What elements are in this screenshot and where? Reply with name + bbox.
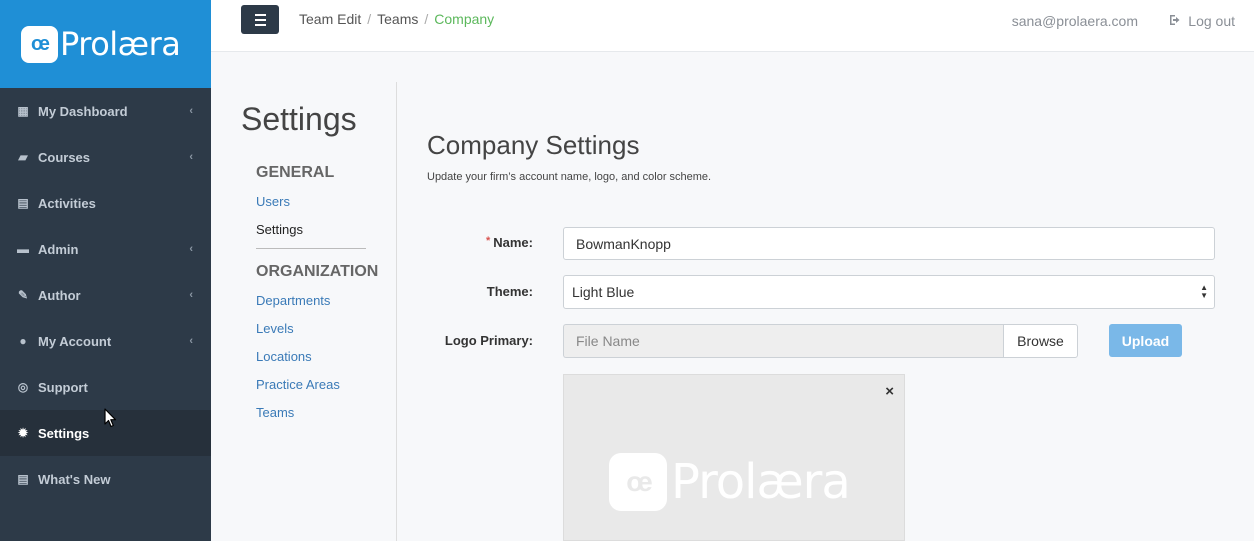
sidebar-item-activities[interactable]: ▤ Activities	[0, 180, 211, 226]
section-divider	[396, 82, 397, 541]
page-title: Settings	[241, 101, 357, 137]
upload-button[interactable]: Upload	[1109, 324, 1182, 357]
brand-logo[interactable]: œ Prolæra	[0, 0, 211, 88]
breadcrumb-separator: /	[367, 11, 372, 27]
user-email[interactable]: sana@prolaera.com	[1012, 13, 1138, 29]
lifebuoy-icon: ◎	[17, 380, 29, 394]
theme-select[interactable]: Light Blue ▲ ▼	[563, 275, 1215, 309]
sidebar-item-label: Author	[38, 287, 81, 303]
sidebar-item-author[interactable]: ✎ Author ‹	[0, 272, 211, 318]
gear-icon: ✹	[17, 426, 29, 440]
required-marker: *	[485, 235, 491, 247]
breadcrumb-item[interactable]: Team Edit	[299, 11, 361, 27]
sidebar-item-label: Courses	[38, 149, 91, 165]
theme-select-value: Light Blue	[572, 284, 635, 300]
sidebar: œ Prolæra ▦ My Dashboard ‹ ▰ Courses ‹ ▤ Activi…	[0, 0, 211, 541]
subnav-link-locations[interactable]: Locations	[256, 349, 312, 364]
browse-button[interactable]: Browse	[1003, 324, 1078, 358]
subnav-divider	[256, 248, 366, 249]
close-icon[interactable]: ×	[885, 383, 894, 400]
user-icon: ●	[19, 334, 27, 348]
theme-label: Theme:	[486, 284, 533, 299]
preview-logo-text: Prolæra	[671, 454, 851, 510]
subnav-link-departments[interactable]: Departments	[256, 293, 330, 308]
sidebar-item-label: Activities	[38, 195, 96, 211]
preview-logo-image: œ Prolæra	[609, 453, 851, 511]
name-label-text: Name:	[493, 235, 533, 250]
sidebar-item-support[interactable]: ◎ Support	[0, 364, 211, 410]
chevron-left-icon: ‹	[189, 289, 193, 301]
file-name-input[interactable]: File Name	[563, 324, 1004, 358]
sidebar-item-courses[interactable]: ▰ Courses ‹	[0, 134, 211, 180]
hamburger-icon-bar	[254, 23, 266, 26]
subnav-link-teams[interactable]: Teams	[256, 405, 294, 420]
chevron-left-icon: ‹	[189, 243, 193, 255]
breadcrumb-item[interactable]: Teams	[377, 11, 418, 27]
chevron-left-icon: ‹	[189, 105, 193, 117]
dashboard-icon: ▦	[17, 104, 29, 118]
sidebar-item-label: Settings	[38, 425, 90, 441]
brand-mark-icon: œ	[21, 25, 58, 63]
breadcrumb: Team Edit / Teams / Company	[299, 11, 494, 27]
sidebar-item-label: What's New	[38, 471, 111, 487]
section-description: Update your firm’s account name, logo, a…	[427, 171, 712, 183]
hamburger-icon-bar	[254, 18, 266, 21]
briefcase-icon: ▬	[17, 242, 29, 256]
breadcrumb-separator: /	[424, 11, 429, 27]
hamburger-icon	[254, 13, 266, 16]
topbar: Team Edit / Teams / Company sana@prolaer…	[211, 0, 1254, 52]
subnav-link-practice-areas[interactable]: Practice Areas	[256, 377, 340, 392]
preview-logo-mark-icon: œ	[609, 453, 667, 511]
subnav-heading-general: GENERAL	[256, 164, 335, 181]
newspaper-icon: ▤	[17, 472, 29, 486]
name-label: * Name:	[373, 235, 533, 250]
subnav-link-levels[interactable]: Levels	[256, 321, 294, 336]
menu-toggle-button[interactable]	[241, 5, 279, 34]
sidebar-item-label: My Dashboard	[38, 103, 128, 119]
subnav-link-settings[interactable]: Settings	[256, 222, 303, 237]
sidebar-item-my-dashboard[interactable]: ▦ My Dashboard ‹	[0, 88, 211, 134]
breadcrumb-current: Company	[434, 11, 495, 27]
name-input[interactable]	[563, 227, 1215, 260]
logout-icon	[1169, 13, 1182, 29]
logo-preview: × œ Prolæra	[563, 374, 905, 541]
section-title: Company Settings	[427, 130, 640, 160]
document-icon: ▤	[17, 196, 29, 210]
sidebar-item-what-s-new[interactable]: ▤ What's New	[0, 456, 211, 502]
subnav-heading-organization: ORGANIZATION	[256, 263, 379, 280]
sidebar-nav: ▦ My Dashboard ‹ ▰ Courses ‹ ▤ Activities ▬ Admin…	[0, 88, 211, 502]
select-arrows-icon: ▲ ▼	[1200, 283, 1208, 300]
edit-icon: ✎	[17, 288, 29, 302]
sidebar-item-my-account[interactable]: ● My Account ‹	[0, 318, 211, 364]
subnav-link-users[interactable]: Users	[256, 194, 290, 209]
logo-primary-label: Logo Primary:	[444, 333, 533, 348]
chevron-left-icon: ‹	[189, 335, 193, 347]
logout-label: Log out	[1188, 13, 1235, 29]
logout-link[interactable]: Log out	[1169, 13, 1235, 29]
sidebar-item-admin[interactable]: ▬ Admin ‹	[0, 226, 211, 272]
chevron-left-icon: ‹	[189, 151, 193, 163]
brand-name: Prolæra	[60, 25, 181, 63]
sidebar-item-label: Admin	[38, 241, 79, 257]
book-icon: ▰	[18, 150, 28, 164]
sidebar-item-label: My Account	[38, 333, 112, 349]
sidebar-item-label: Support	[38, 379, 88, 395]
mouse-cursor-icon	[104, 408, 118, 433]
